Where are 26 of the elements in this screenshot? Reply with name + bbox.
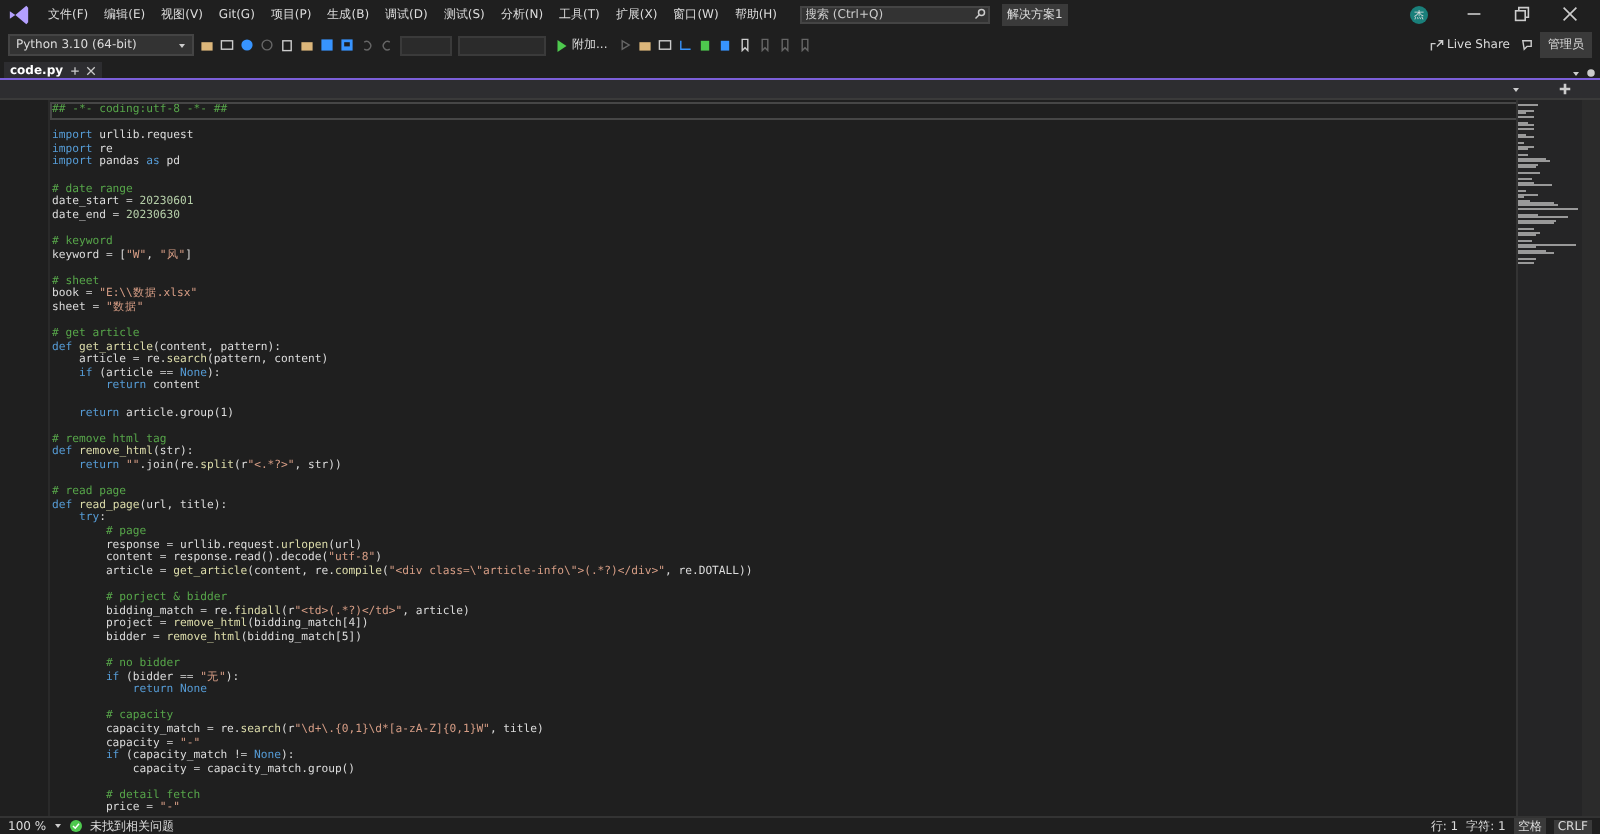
check-icon [70, 820, 83, 832]
undo-icon[interactable] [360, 38, 374, 52]
play-outline-icon[interactable] [617, 38, 632, 52]
search-icon[interactable] [973, 8, 986, 20]
caret-icon [1512, 85, 1520, 93]
close-icon[interactable] [85, 65, 96, 75]
plus-icon[interactable] [1558, 82, 1572, 96]
scrollbar[interactable] [1582, 100, 1600, 816]
new-item-icon[interactable] [280, 38, 294, 52]
indent-icon[interactable] [677, 38, 692, 52]
logo-icon [8, 3, 30, 25]
play-icon [556, 39, 568, 51]
open-folder-icon[interactable] [300, 38, 314, 52]
pin-icon[interactable] [69, 65, 80, 75]
share-icon [1429, 38, 1444, 52]
folder-icon[interactable] [200, 38, 214, 52]
feedback-icon[interactable] [1520, 38, 1534, 52]
window-icon[interactable] [220, 38, 234, 52]
minimap[interactable] [1516, 100, 1582, 816]
close-icon[interactable] [1562, 6, 1578, 22]
window-icon[interactable] [657, 38, 672, 52]
folder-icon[interactable] [637, 38, 652, 52]
caret-icon[interactable] [54, 822, 63, 830]
caret-icon [178, 41, 186, 49]
restore-icon[interactable] [1514, 6, 1530, 22]
redo-icon[interactable] [380, 38, 394, 52]
